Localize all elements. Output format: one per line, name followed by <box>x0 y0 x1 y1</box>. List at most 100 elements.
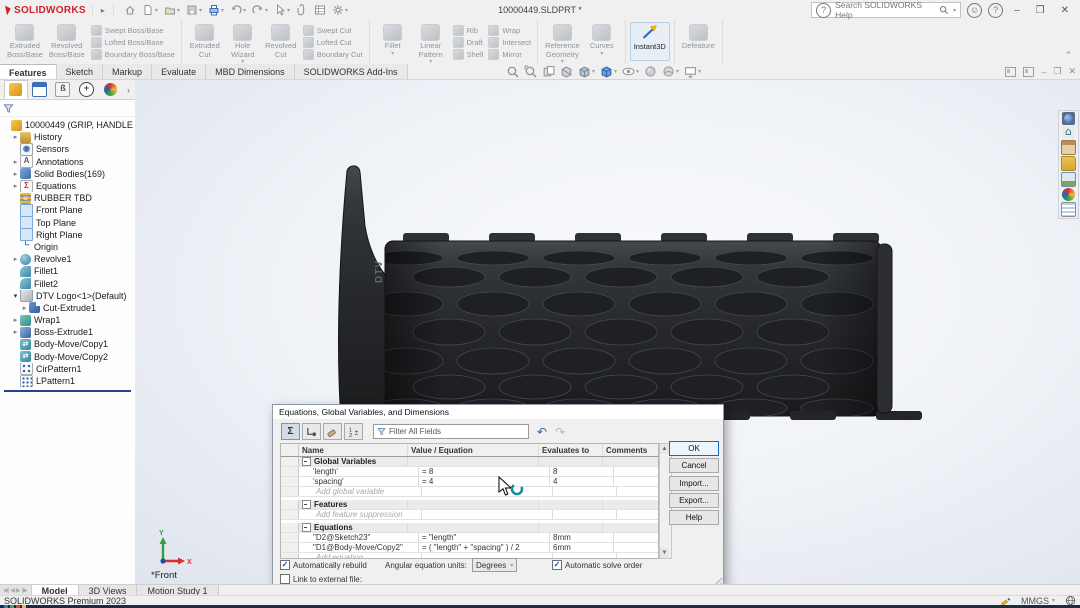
ribbon-button-extruded-cut[interactable]: ExtrudedCut <box>186 22 224 67</box>
apply-scene-button[interactable]: ▾ <box>661 65 680 78</box>
tab-markup[interactable]: Markup <box>103 64 152 79</box>
options-button[interactable]: ▾ <box>330 3 350 17</box>
cell-evaluates-to[interactable] <box>553 510 617 519</box>
cell-equation[interactable]: = 8 <box>419 467 550 476</box>
cell-comment[interactable] <box>617 487 658 496</box>
ribbon-button-revolved-boss-base[interactable]: RevolvedBoss/Base <box>46 22 88 67</box>
cell-evaluates-to[interactable] <box>539 500 603 509</box>
ribbon-button-mirror[interactable]: Mirror <box>488 49 531 60</box>
undo-button[interactable]: ▾ <box>228 3 248 17</box>
ribbon-button-boundary-cut[interactable]: Boundary Cut <box>303 49 363 60</box>
restore-button[interactable]: ❐ <box>1031 5 1050 16</box>
section-view-button[interactable] <box>559 65 574 78</box>
previous-view-button[interactable] <box>541 65 556 78</box>
pane-right-icon[interactable] <box>1023 67 1034 77</box>
cell-comment[interactable] <box>603 523 658 532</box>
save-dropdown-caret[interactable]: ▾ <box>199 7 202 14</box>
tree-item-wrap1[interactable]: ▸Wrap1 <box>0 314 135 326</box>
redo-button[interactable]: ▾ <box>250 3 270 17</box>
link-external-file-checkbox[interactable]: Link to external file: <box>280 574 362 584</box>
ribbon-button-instant3d[interactable]: Instant3D <box>630 22 670 61</box>
cell-evaluates-to[interactable] <box>553 553 617 559</box>
hide-show-items-button[interactable]: ▾ <box>621 65 640 78</box>
tree-item-equations[interactable]: ▸ΣEquations <box>0 180 135 192</box>
expand-arrow-icon[interactable]: ▸ <box>11 133 20 141</box>
cell-name[interactable]: 'spacing' <box>299 477 419 486</box>
display-style-button[interactable]: ▾ <box>599 65 618 78</box>
redo-dropdown-caret[interactable]: ▾ <box>265 7 268 14</box>
tab-solidworks-add-ins[interactable]: SOLIDWORKS Add-Ins <box>295 64 408 79</box>
tree-filter-bar[interactable] <box>0 100 135 117</box>
cell-evaluates-to[interactable]: 8mm <box>550 533 614 542</box>
ribbon-button-linear-pattern[interactable]: LinearPattern▾ <box>412 22 450 67</box>
table-row-add-global-variable[interactable]: Add global variable <box>281 487 658 497</box>
row-selector[interactable] <box>281 500 299 509</box>
cell-equation[interactable]: = ( "length" + "spacing" ) / 2 <box>419 543 550 552</box>
grip-end-cap[interactable] <box>877 244 892 413</box>
ribbon-button-swept-boss-base[interactable]: Swept Boss/Base <box>91 25 175 36</box>
doc-restore-button[interactable]: ❐ <box>1053 66 1061 77</box>
ordered-view-button[interactable]: 12± <box>344 423 363 440</box>
new-document-button[interactable]: ▾ <box>140 3 160 17</box>
table-row-add-feature-suppression[interactable]: Add feature suppression <box>281 510 658 520</box>
pane-left-icon[interactable] <box>1005 67 1016 77</box>
tree-item-fillet1[interactable]: Fillet1 <box>0 265 135 277</box>
open-document-dropdown-caret[interactable]: ▾ <box>177 7 180 14</box>
view-settings-button[interactable]: ▾ <box>683 65 702 78</box>
cell-evaluates-to[interactable] <box>539 523 603 532</box>
panel-tab-propertymanager[interactable] <box>28 80 52 99</box>
table-row-global-variables[interactable]: Global Variables <box>281 457 658 467</box>
options-dropdown-caret[interactable]: ▾ <box>345 7 348 14</box>
cell-comment[interactable] <box>603 500 658 509</box>
automatic-solve-order-checkbox[interactable]: ✓ Automatic solve order <box>552 560 642 570</box>
minimize-button[interactable]: – <box>1009 5 1025 16</box>
cell-equation[interactable] <box>422 510 553 519</box>
ok-button[interactable]: OK <box>669 441 719 456</box>
cancel-button[interactable]: Cancel <box>669 458 719 473</box>
ribbon-button-swept-cut[interactable]: Swept Cut <box>303 25 363 36</box>
print-dropdown-caret[interactable]: ▾ <box>221 7 224 14</box>
panel-tab-featuremanager-design-tree[interactable] <box>4 80 28 99</box>
table-row--d2-sketch23-[interactable]: "D2@Sketch23"= "length"8mm <box>281 533 658 543</box>
ribbon-button-boundary-boss-base[interactable]: Boundary Boss/Base <box>91 49 175 60</box>
table-row--d1-body-move-copy2-[interactable]: "D1@Body-Move/Copy2"= ( "length" + "spac… <box>281 543 658 553</box>
ribbon-button-extruded-boss-base[interactable]: ExtrudedBoss/Base <box>4 22 46 67</box>
cell-equation[interactable] <box>408 500 539 509</box>
cell-name[interactable]: 'length' <box>299 467 419 476</box>
cell-name[interactable]: Global Variables <box>299 457 408 466</box>
grip-flange[interactable] <box>339 166 390 427</box>
expand-arrow-icon[interactable]: ▸ <box>11 255 20 263</box>
ribbon-button-reference-geometry[interactable]: ReferenceGeometry▾ <box>542 22 583 67</box>
cell-evaluates-to[interactable]: 6mm <box>550 543 614 552</box>
tree-item-cirpattern1[interactable]: CirPattern1 <box>0 363 135 375</box>
close-button[interactable]: ✕ <box>1056 5 1074 16</box>
tree-item-dtv-logo-1-default[interactable]: ▾DTV Logo<1>(Default) <box>0 290 135 302</box>
ribbon-button-wrap[interactable]: Wrap <box>488 25 531 36</box>
filter-all-fields-input[interactable]: Filter All Fields <box>373 424 529 439</box>
expand-arrow-icon[interactable]: ▸ <box>11 316 20 324</box>
edit-appearance-button[interactable] <box>643 65 658 78</box>
open-document-button[interactable]: ▾ <box>162 3 182 17</box>
attach-button[interactable] <box>294 3 310 17</box>
row-selector[interactable] <box>281 487 299 496</box>
view-orientation-button[interactable]: ▾ <box>577 65 596 78</box>
cell-name[interactable]: Add feature suppression <box>299 510 422 519</box>
ribbon-button-revolved-cut[interactable]: RevolvedCut <box>262 22 300 67</box>
save-button[interactable]: ▾ <box>184 3 204 17</box>
expand-arrow-icon[interactable]: ▸ <box>11 328 20 336</box>
tab-evaluate[interactable]: Evaluate <box>152 64 206 79</box>
cell-name[interactable]: Equations <box>299 523 408 532</box>
tab-mbd-dimensions[interactable]: MBD Dimensions <box>206 64 295 79</box>
panel-tab-dimxpertmanager[interactable]: + <box>75 80 99 99</box>
cell-comment[interactable] <box>617 510 658 519</box>
cell-equation[interactable] <box>408 523 539 532</box>
cell-name[interactable]: Add equation <box>299 553 422 559</box>
doc-minimize-button[interactable]: – <box>1041 67 1046 77</box>
ribbon-button-intersect[interactable]: Intersect <box>488 37 531 48</box>
appearances-scenes-icon[interactable] <box>1062 188 1075 201</box>
cell-comment[interactable] <box>617 553 658 559</box>
export-button[interactable]: Export... <box>669 493 719 508</box>
cell-equation[interactable]: = "length" <box>419 533 550 542</box>
tree-item-history[interactable]: ▸History <box>0 131 135 143</box>
ribbon-button-curves[interactable]: Curves▾ <box>583 22 621 59</box>
